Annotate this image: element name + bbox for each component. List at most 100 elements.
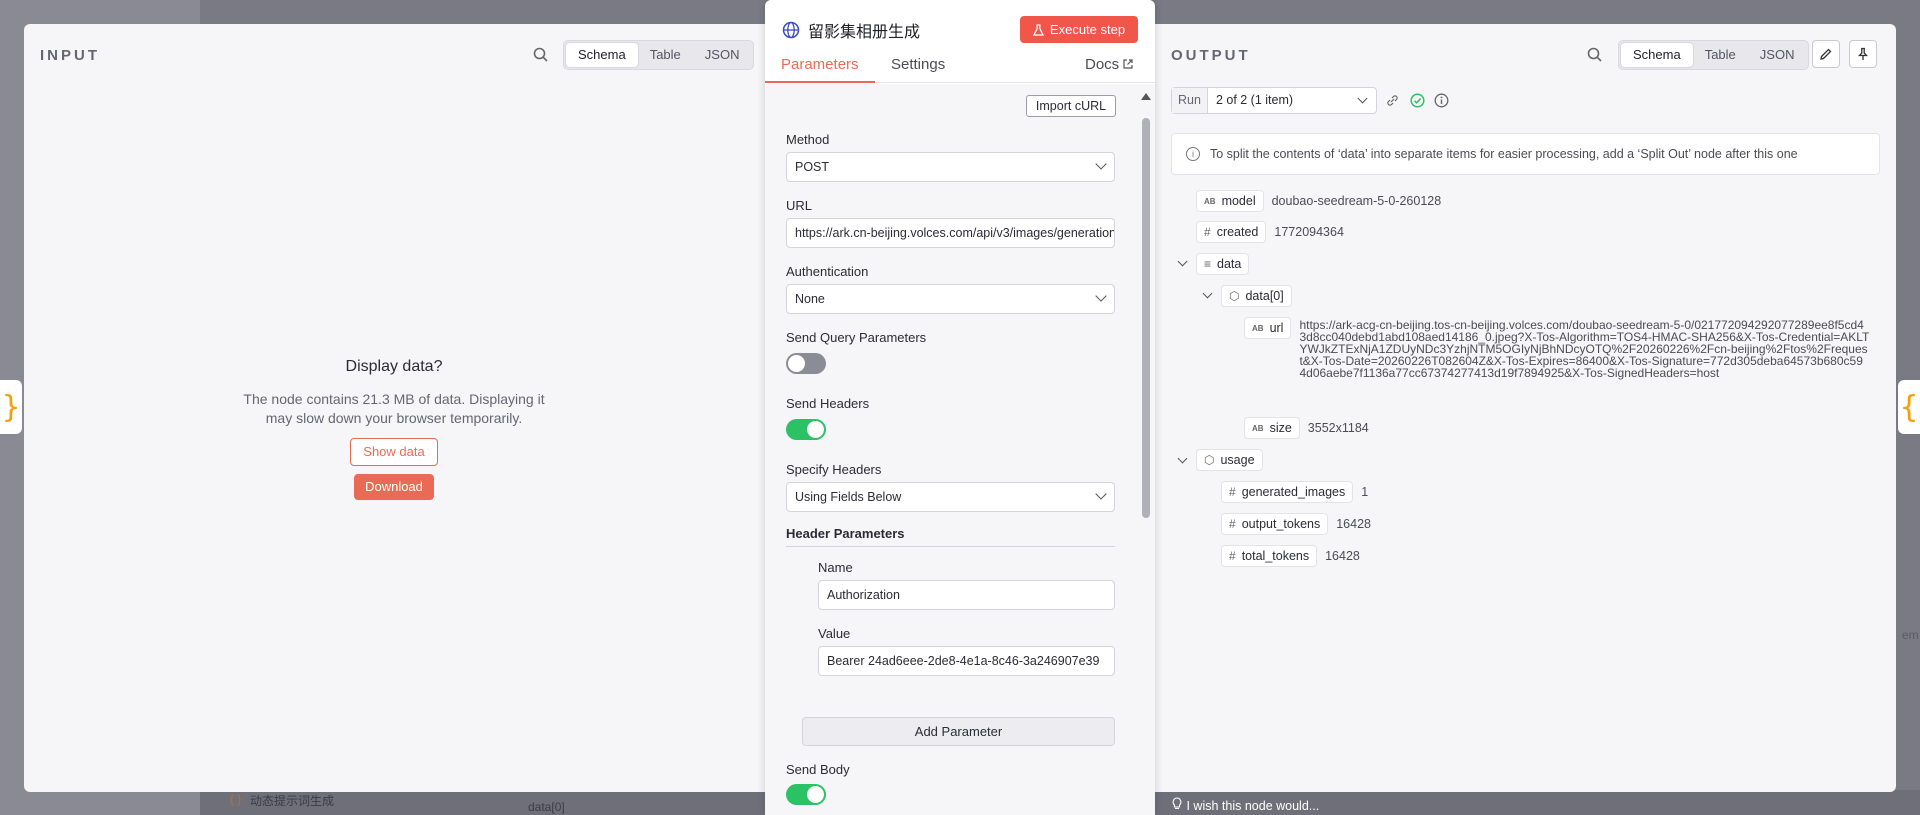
node-tabs: Parameters Settings Docs: [765, 56, 1155, 83]
number-type-icon: #: [1204, 225, 1211, 239]
key-url: url: [1269, 321, 1284, 335]
download-button[interactable]: Download: [354, 474, 434, 500]
output-tab-schema[interactable]: Schema: [1621, 43, 1693, 67]
schema-key-pill[interactable]: AB model: [1196, 190, 1264, 212]
external-link-icon: [1123, 59, 1133, 69]
output-tab-json[interactable]: JSON: [1748, 43, 1807, 67]
tree-row-data0[interactable]: ⬡ data[0]: [1221, 285, 1292, 307]
scroll-up-icon[interactable]: [1141, 92, 1151, 100]
tree-row-output-tokens[interactable]: # output_tokens 16428: [1221, 513, 1371, 535]
link-icon[interactable]: [1386, 94, 1399, 107]
number-type-icon: #: [1229, 517, 1236, 531]
value-generated-images: 1: [1361, 485, 1369, 499]
header-parameters-heading: Header Parameters: [786, 526, 1115, 547]
add-parameter-button[interactable]: Add Parameter: [802, 717, 1115, 746]
tab-parameters[interactable]: Parameters: [781, 56, 859, 73]
active-tab-indicator: [765, 81, 875, 83]
success-check-icon: [1410, 93, 1425, 108]
schema-key-pill[interactable]: # output_tokens: [1221, 513, 1329, 535]
tab-docs[interactable]: Docs: [1085, 56, 1133, 73]
method-label: Method: [786, 132, 830, 147]
url-label: URL: [786, 198, 813, 213]
specify-headers-value: Using Fields Below: [795, 490, 902, 504]
schema-key-pill[interactable]: ⬡ data[0]: [1221, 285, 1292, 307]
key-model: model: [1221, 194, 1256, 208]
execute-step-label: Execute step: [1049, 22, 1126, 37]
chevron-down-icon: [1095, 488, 1107, 500]
input-tab-table[interactable]: Table: [638, 43, 693, 67]
split-out-hint-text: To split the contents of ‘data’ into sep…: [1210, 147, 1798, 161]
input-tab-schema[interactable]: Schema: [566, 43, 638, 67]
schema-key-pill[interactable]: AB size: [1244, 417, 1300, 439]
parameters-scroll-area[interactable]: Import cURL Method POST URL https://ark.…: [765, 84, 1155, 815]
tree-row-usage[interactable]: ⬡ usage: [1196, 449, 1263, 471]
tree-row-total-tokens[interactable]: # total_tokens 16428: [1221, 545, 1360, 567]
backdrop-right-label: em: [1902, 628, 1919, 642]
info-icon[interactable]: [1434, 93, 1449, 108]
value-created: 1772094364: [1274, 225, 1344, 239]
schema-key-pill[interactable]: ⬡ usage: [1196, 449, 1263, 471]
string-type-icon: AB: [1252, 323, 1264, 333]
send-body-toggle[interactable]: [786, 784, 826, 805]
display-data-prompt: Display data? The node contains 21.3 MB …: [236, 358, 552, 500]
tree-row-size[interactable]: AB size 3552x1184: [1244, 417, 1369, 439]
send-query-toggle[interactable]: [786, 353, 826, 374]
tree-row-data[interactable]: ≡ data: [1196, 253, 1250, 275]
value-model: doubao-seedream-5-0-260128: [1271, 194, 1442, 208]
send-headers-label: Send Headers: [786, 396, 870, 411]
input-tab-json[interactable]: JSON: [693, 43, 752, 67]
authentication-select[interactable]: None: [786, 284, 1115, 314]
backdrop-data-label: data[0]: [528, 800, 565, 814]
tree-row-url[interactable]: AB url https://ark-acg-cn-beijing.tos-cn-…: [1244, 317, 1869, 379]
string-type-icon: AB: [1252, 423, 1264, 433]
globe-icon: [782, 21, 800, 39]
output-tab-table[interactable]: Table: [1693, 43, 1748, 67]
input-search-icon[interactable]: [532, 46, 550, 64]
run-select[interactable]: 2 of 2 (1 item): [1208, 88, 1376, 113]
schema-key-pill[interactable]: ≡ data: [1196, 253, 1250, 275]
tree-row-model[interactable]: AB model doubao-seedream-5-0-260128: [1196, 190, 1441, 212]
chevron-down-icon: [1095, 290, 1107, 302]
header-value-input[interactable]: Bearer 24ad6eee-2de8-4e1a-8c46-3a246907e…: [818, 646, 1115, 676]
pin-data-button[interactable]: [1849, 40, 1877, 68]
chevron-down-icon: [1357, 93, 1368, 104]
parameters-scroll-thumb[interactable]: [1142, 118, 1150, 518]
schema-key-pill[interactable]: # generated_images: [1221, 481, 1354, 503]
execute-step-button[interactable]: Execute step: [1020, 16, 1138, 43]
run-selector[interactable]: Run 2 of 2 (1 item): [1171, 87, 1377, 114]
output-panel-title: OUTPUT: [1171, 47, 1251, 64]
tree-row-created[interactable]: # created 1772094364: [1196, 221, 1344, 243]
schema-key-pill[interactable]: # total_tokens: [1221, 545, 1318, 567]
flask-icon: [1032, 23, 1044, 36]
send-body-label: Send Body: [786, 762, 850, 777]
schema-key-pill[interactable]: AB url: [1244, 317, 1292, 339]
node-title[interactable]: 留影集相册生成: [808, 18, 920, 42]
tab-settings[interactable]: Settings: [891, 56, 945, 73]
display-data-title: Display data?: [345, 358, 443, 375]
specify-headers-select[interactable]: Using Fields Below: [786, 482, 1115, 512]
feedback-link[interactable]: I wish this node would...: [1171, 797, 1319, 813]
output-search-icon[interactable]: [1586, 46, 1604, 64]
docs-label: Docs: [1085, 56, 1120, 73]
url-input[interactable]: https://ark.cn-beijing.volces.com/api/v3…: [786, 218, 1115, 248]
key-usage: usage: [1220, 453, 1255, 467]
key-size: size: [1269, 421, 1292, 435]
edit-output-button[interactable]: [1812, 40, 1840, 68]
show-data-button[interactable]: Show data: [350, 438, 438, 466]
import-curl-button[interactable]: Import cURL: [1026, 95, 1116, 117]
backdrop-node-label: 动态提示词生成: [250, 794, 335, 808]
pencil-icon: [1820, 48, 1832, 60]
header-value-label: Value: [818, 626, 851, 641]
schema-key-pill[interactable]: # created: [1196, 221, 1267, 243]
list-type-icon: ≡: [1204, 257, 1212, 271]
parameters-scrollbar[interactable]: [1140, 93, 1151, 804]
send-query-label: Send Query Parameters: [786, 330, 927, 345]
method-select[interactable]: POST: [786, 152, 1115, 182]
tree-row-generated-images[interactable]: # generated_images 1: [1221, 481, 1368, 503]
key-data: data: [1217, 257, 1242, 271]
value-output-tokens: 16428: [1336, 517, 1371, 531]
send-headers-toggle[interactable]: [786, 419, 826, 440]
header-name-input[interactable]: Authorization: [818, 580, 1115, 610]
value-url: https://ark-acg-cn-beijing.tos-cn-beijin…: [1299, 318, 1870, 380]
authentication-value: None: [795, 292, 825, 306]
